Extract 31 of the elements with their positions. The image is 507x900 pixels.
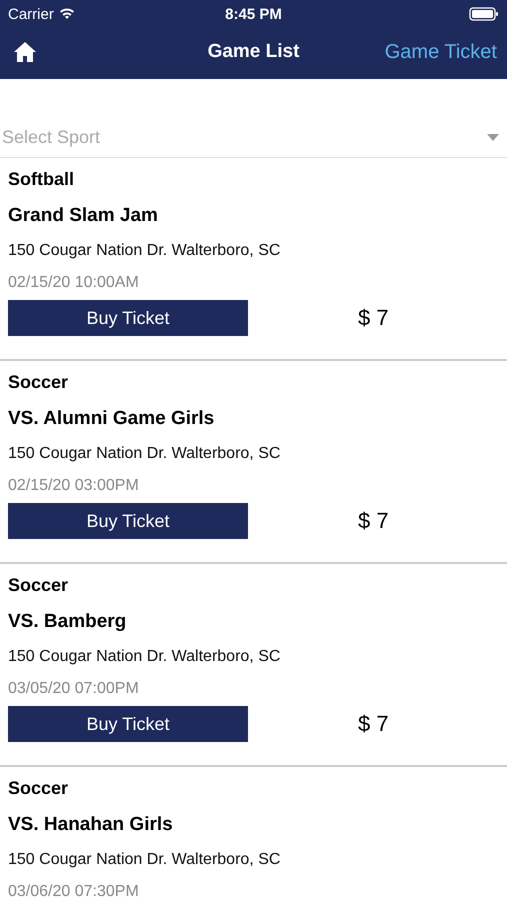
game-name: Grand Slam Jam <box>8 204 159 228</box>
game-name: VS. Bamberg <box>8 610 128 634</box>
buy-ticket-button[interactable]: Buy Ticket <box>8 706 248 742</box>
game-name: VS. Alumni Game Girls <box>8 407 216 431</box>
game-address: 150 Cougar Nation Dr. Walterboro, SC <box>8 850 282 870</box>
sport-label: Softball <box>8 168 75 191</box>
sport-label: Soccer <box>8 777 70 800</box>
screen-title: Game List <box>206 41 300 63</box>
game-date: 03/06/20 07:30PM <box>8 882 140 900</box>
dropdown-caret-icon <box>487 134 499 140</box>
home-icon[interactable] <box>13 41 37 63</box>
carrier-label: Carrier <box>8 6 54 22</box>
game-date: 03/05/20 07:00PM <box>8 679 140 699</box>
battery-icon <box>469 7 499 21</box>
buy-ticket-button[interactable]: Buy Ticket <box>8 300 248 336</box>
status-time: 8:45 PM <box>224 6 283 22</box>
buy-ticket-button[interactable]: Buy Ticket <box>8 503 248 539</box>
ticket-price: $ 7 <box>358 508 389 534</box>
wifi-icon <box>58 8 75 20</box>
select-placeholder: Select Sport <box>2 126 100 148</box>
sport-label: Soccer <box>8 371 70 394</box>
sport-label: Soccer <box>8 574 70 597</box>
ticket-price: $ 7 <box>358 711 389 737</box>
game-address: 150 Cougar Nation Dr. Walterboro, SC <box>8 241 282 261</box>
game-date: 02/15/20 03:00PM <box>8 476 140 496</box>
game-date: 02/15/20 10:00AM <box>8 273 140 293</box>
game-address: 150 Cougar Nation Dr. Walterboro, SC <box>8 444 282 464</box>
game-name: VS. Hanahan Girls <box>8 813 174 837</box>
game-address: 150 Cougar Nation Dr. Walterboro, SC <box>8 647 282 667</box>
game-ticket-button[interactable]: Game Ticket <box>384 40 497 64</box>
ticket-price: $ 7 <box>358 305 389 331</box>
